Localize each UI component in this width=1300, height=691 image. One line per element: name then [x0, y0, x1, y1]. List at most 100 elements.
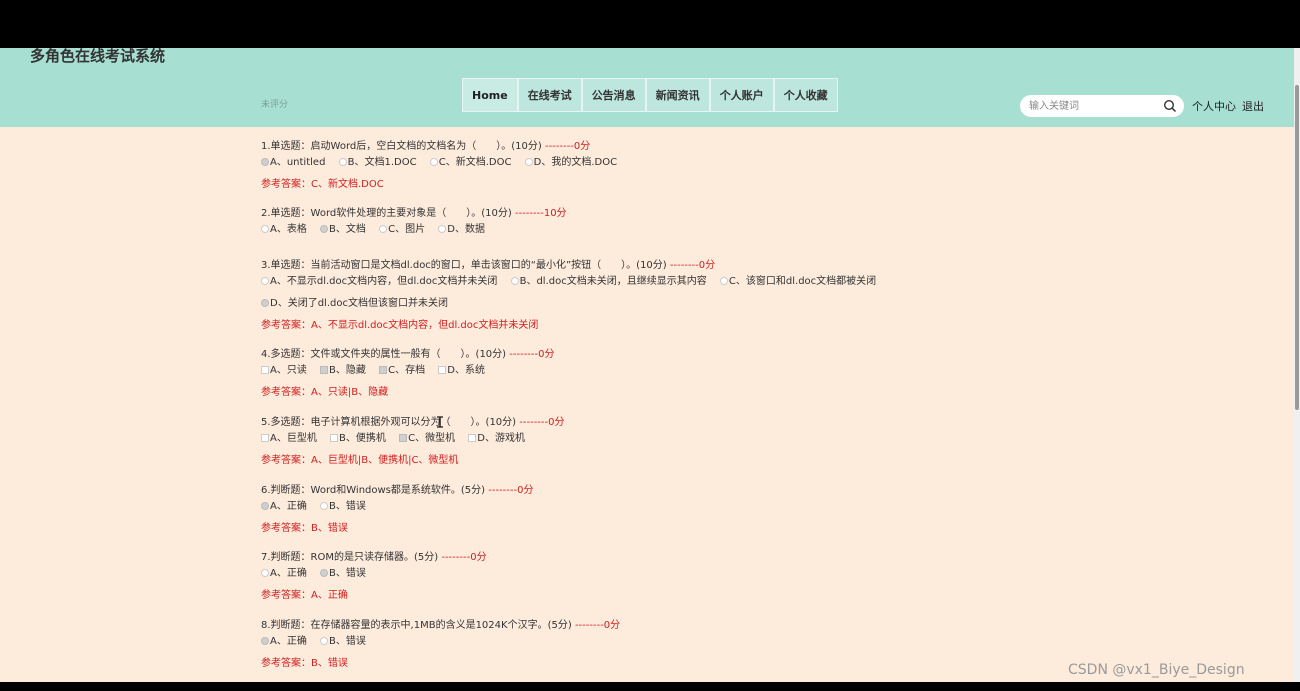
option-c[interactable]: C、存档 — [379, 364, 425, 378]
option-d[interactable]: D、系统 — [438, 364, 485, 378]
radio-checked-icon — [261, 158, 269, 166]
radio-icon — [261, 225, 269, 233]
options: A、表格 B、文档 C、图片 D、数据 — [261, 223, 567, 237]
radio-checked-icon — [320, 569, 329, 577]
option-a[interactable]: A、不显示dl.doc文档内容，但dl.doc文档并未关闭 — [261, 275, 497, 289]
checkbox-icon — [468, 434, 477, 442]
option-b[interactable]: B、隐藏 — [320, 364, 366, 378]
question-score: --------0分 — [488, 485, 534, 496]
option-d[interactable]: D、数据 — [438, 223, 485, 237]
option-d[interactable]: D、我的文档.DOC — [524, 156, 617, 170]
options-row-2: D、关闭了dl.doc文档但该窗口并未关闭 — [261, 297, 886, 311]
option-b[interactable]: B、错误 — [320, 567, 366, 581]
options: A、只读 B、隐藏 C、存档 D、系统 — [261, 364, 555, 378]
question-score: --------0分 — [574, 620, 621, 631]
option-a[interactable]: A、巨型机 — [261, 432, 317, 446]
question-7: 7.判断题：ROM的是只读存储器。(5分) --------0分 A、正确 B、… — [261, 551, 487, 603]
options: A、正确 B、错误 — [261, 567, 487, 581]
options: A、正确 B、错误 — [261, 500, 533, 514]
option-d[interactable]: D、游戏机 — [468, 432, 525, 446]
option-c[interactable]: C、图片 — [379, 223, 425, 237]
question-score: --------10分 — [514, 208, 567, 219]
option-a[interactable]: A、只读 — [261, 364, 307, 378]
option-a[interactable]: A、表格 — [261, 223, 307, 237]
radio-icon — [320, 502, 329, 510]
radio-icon — [438, 225, 447, 233]
radio-icon — [320, 637, 329, 645]
options: A、untitled B、文档1.DOC C、新文档.DOC D、我的文档.DO… — [261, 156, 627, 170]
question-score: --------0分 — [669, 260, 716, 271]
options: A、正确 B、错误 — [261, 635, 620, 649]
evaluation-status: 未评分 — [261, 100, 289, 110]
radio-icon — [524, 158, 533, 166]
checkbox-icon — [261, 366, 269, 374]
question-1: 1.单选题：启动Word后，空白文档的文档名为（ ）。(10分) -------… — [261, 140, 627, 192]
radio-checked-icon — [261, 502, 269, 510]
question-title: 4.多选题：文件或文件夹的属性一般有（ ）。(10分) — [261, 349, 507, 360]
reference-answer: 参考答案：A、不显示dl.doc文档内容，但dl.doc文档并未关闭 — [261, 320, 539, 331]
question-5: 5.多选题：电子计算机根据外观可以分为（ ）。(10分) --------0分 … — [261, 416, 565, 468]
radio-icon — [261, 569, 269, 577]
option-d[interactable]: D、关闭了dl.doc文档但该窗口并未关闭 — [261, 297, 448, 311]
question-6: 6.判断题：Word和Windows都是系统软件。(5分) --------0分… — [261, 484, 533, 536]
question-2: 2.单选题：Word软件处理的主要对象是（ ）。(10分) --------10… — [261, 207, 567, 237]
personal-center-link[interactable]: 个人中心 — [1192, 98, 1236, 114]
option-a[interactable]: A、正确 — [261, 500, 307, 514]
option-c[interactable]: C、新文档.DOC — [429, 156, 511, 170]
question-score: --------0分 — [544, 141, 591, 152]
reference-answer: 参考答案：A、巨型机|B、便携机|C、微型机 — [261, 455, 459, 466]
question-score: --------0分 — [519, 417, 565, 428]
option-a[interactable]: A、untitled — [261, 156, 325, 170]
nav-announcements[interactable]: 公告消息 — [581, 78, 646, 112]
question-score: --------0分 — [441, 552, 487, 563]
option-b[interactable]: B、文档 — [320, 223, 366, 237]
question-title: 2.单选题：Word软件处理的主要对象是（ ）。(10分) — [261, 208, 512, 219]
reference-answer: 参考答案：A、只读|B、隐藏 — [261, 387, 389, 398]
checkbox-icon — [438, 366, 447, 374]
reference-answer: 参考答案：C、新文档.DOC — [261, 179, 384, 190]
question-title: 1.单选题：启动Word后，空白文档的文档名为（ ）。(10分) — [261, 141, 542, 152]
radio-icon — [510, 277, 519, 285]
option-a[interactable]: A、正确 — [261, 635, 307, 649]
checkbox-checked-icon — [379, 366, 388, 374]
question-8: 8.判断题：在存储器容量的表示中,1MB的含义是1024K个汉字。(5分) --… — [261, 619, 620, 671]
question-4: 4.多选题：文件或文件夹的属性一般有（ ）。(10分) --------0分 A… — [261, 348, 555, 400]
option-b[interactable]: B、错误 — [320, 635, 366, 649]
logout-link[interactable]: 退出 — [1242, 98, 1264, 114]
question-title: 8.判断题：在存储器容量的表示中,1MB的含义是1024K个汉字。(5分) — [261, 620, 572, 631]
radio-icon — [429, 158, 438, 166]
radio-checked-icon — [261, 637, 269, 645]
option-c[interactable]: C、微型机 — [399, 432, 455, 446]
option-b[interactable]: B、文档1.DOC — [338, 156, 417, 170]
option-a[interactable]: A、正确 — [261, 567, 307, 581]
nav-favorites[interactable]: 个人收藏 — [773, 78, 838, 112]
reference-answer: 参考答案：B、错误 — [261, 523, 348, 534]
reference-answer: 参考答案：B、错误 — [261, 658, 348, 669]
question-title: 6.判断题：Word和Windows都是系统软件。(5分) — [261, 485, 486, 496]
search-box — [1020, 95, 1184, 117]
question-3: 3.单选题：当前活动窗口是文档dl.doc的窗口，单击该窗口的“最小化”按钮（ … — [261, 259, 886, 333]
search-input[interactable] — [1020, 95, 1160, 117]
option-b[interactable]: B、dl.doc文档未关闭，且继续显示其内容 — [510, 275, 707, 289]
question-title: 7.判断题：ROM的是只读存储器。(5分) — [261, 552, 439, 563]
nav-home[interactable]: Home — [462, 78, 518, 112]
checkbox-checked-icon — [399, 434, 408, 442]
options: A、巨型机 B、便携机 C、微型机 D、游戏机 — [261, 432, 565, 446]
radio-icon — [338, 158, 347, 166]
checkbox-icon — [330, 434, 339, 442]
option-b[interactable]: B、错误 — [320, 500, 366, 514]
question-title: 5.多选题：电子计算机根据外观可以分为（ ）。(10分) — [261, 417, 517, 428]
scrollbar-thumb[interactable] — [1295, 85, 1299, 410]
search-icon[interactable] — [1162, 98, 1178, 114]
question-score: --------0分 — [509, 349, 555, 360]
nav-online-exam[interactable]: 在线考试 — [517, 78, 582, 112]
option-b[interactable]: B、便携机 — [330, 432, 386, 446]
radio-checked-icon — [261, 299, 269, 307]
radio-icon — [719, 277, 728, 285]
text-cursor-icon — [437, 416, 443, 428]
option-c[interactable]: C、该窗口和dl.doc文档都被关闭 — [719, 275, 876, 289]
watermark: CSDN @vx1_Biye_Design — [1068, 662, 1245, 678]
top-black-bar — [0, 0, 1300, 48]
nav-account[interactable]: 个人账户 — [709, 78, 774, 112]
nav-news[interactable]: 新闻资讯 — [645, 78, 710, 112]
